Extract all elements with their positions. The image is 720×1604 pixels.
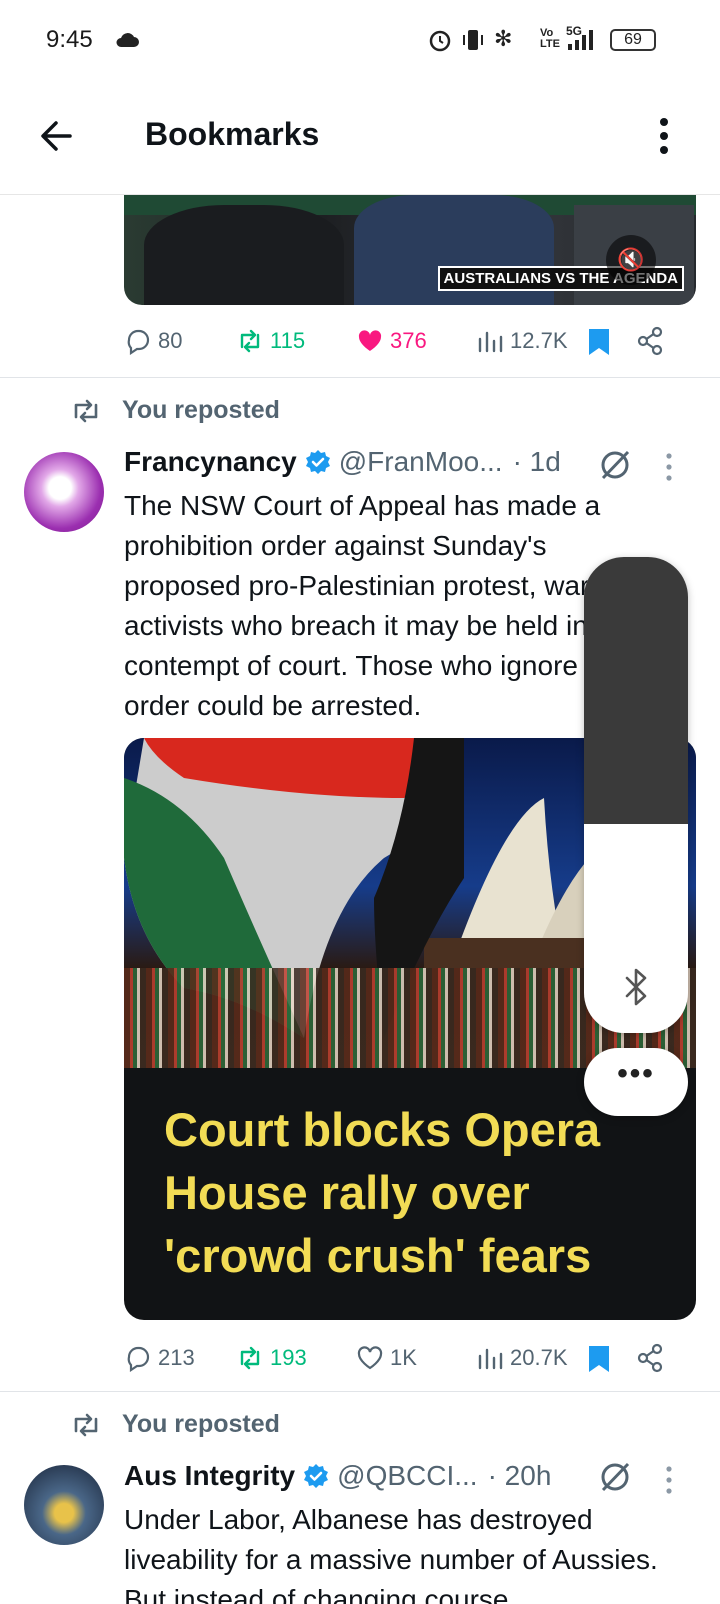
tweet-divider	[0, 377, 720, 378]
tweet-header: Aus Integrity @QBCCI... · 20h	[124, 1460, 551, 1492]
view-count: 20.7K	[510, 1345, 568, 1370]
views-icon	[478, 1348, 503, 1370]
views-button[interactable]: 20.7K	[476, 1344, 568, 1372]
repost-count: 193	[270, 1345, 307, 1370]
tweet-text: Under Labor, Albanese has destroyed live…	[124, 1504, 658, 1604]
repost-label: You reposted	[122, 396, 280, 424]
reply-icon	[127, 1346, 150, 1372]
avatar[interactable]	[24, 1465, 104, 1545]
author-name[interactable]: Francynancy	[124, 446, 297, 478]
tweet-time: · 1d	[512, 446, 561, 477]
author-handle[interactable]: @QBCCI...	[337, 1460, 477, 1492]
views-button[interactable]: 12.7K	[476, 327, 568, 355]
volte-icon: Vo LTE	[540, 27, 560, 50]
tweet-time: · 20h	[487, 1460, 552, 1491]
reply-icon	[127, 329, 150, 355]
share-icon[interactable]	[636, 326, 664, 356]
repost-button[interactable]: 115	[236, 327, 305, 355]
like-count: 376	[390, 328, 427, 353]
signal-icon	[568, 30, 593, 50]
reply-count: 80	[158, 328, 183, 353]
more-vertical-icon[interactable]	[650, 116, 678, 156]
tweet-actions: 213 193 1K 20.7K	[124, 1338, 684, 1378]
grok-icon[interactable]	[598, 1460, 632, 1494]
volume-slider[interactable]	[584, 557, 688, 1033]
video-thumbnail[interactable]: AUSTRALIANS VS THE AGENDA 🔇	[124, 195, 696, 305]
repost-icon	[240, 329, 260, 353]
volume-more-button[interactable]: •••	[584, 1048, 688, 1116]
repost-icon	[240, 1346, 260, 1370]
repost-indicator: You reposted	[70, 1410, 280, 1439]
tweet-more-icon[interactable]	[662, 1465, 676, 1495]
views-icon	[478, 331, 503, 353]
bluetooth-status-icon: ✻	[494, 26, 513, 51]
verified-icon	[304, 1464, 329, 1488]
reply-button[interactable]: 80	[124, 327, 182, 355]
verified-icon	[305, 450, 330, 474]
like-count: 1K	[390, 1345, 417, 1370]
repost-button[interactable]: 193	[236, 1344, 307, 1372]
reply-button[interactable]: 213	[124, 1344, 195, 1372]
grok-icon[interactable]	[598, 448, 632, 482]
share-icon[interactable]	[636, 1343, 664, 1373]
bluetooth-icon[interactable]	[621, 967, 651, 1007]
card-headline: Court blocks Opera House rally over 'cro…	[164, 1103, 601, 1282]
back-arrow-icon[interactable]	[36, 116, 76, 156]
repost-count: 115	[270, 328, 306, 353]
top-app-bar: Bookmarks	[0, 80, 720, 195]
tweet-more-icon[interactable]	[662, 452, 676, 482]
vibrate-icon	[463, 30, 483, 50]
battery-indicator: 69	[610, 29, 656, 51]
bookmark-icon[interactable]	[586, 1344, 612, 1374]
repost-indicator: You reposted	[70, 396, 280, 425]
status-time: 9:45	[46, 26, 93, 53]
repost-small-icon	[74, 399, 98, 422]
page-title: Bookmarks	[145, 116, 320, 152]
reply-count: 213	[158, 1345, 195, 1370]
repost-label: You reposted	[122, 1410, 280, 1438]
like-button[interactable]: 376	[356, 327, 427, 355]
author-handle[interactable]: @FranMoo...	[339, 446, 503, 478]
tweet-text: The NSW Court of Appeal has made a prohi…	[124, 490, 643, 721]
status-bar: 9:45 ✻ Vo LTE 5G 69	[0, 0, 720, 80]
like-icon	[357, 1346, 383, 1370]
tweet-divider	[0, 1391, 720, 1392]
like-button[interactable]: 1K	[356, 1344, 417, 1372]
like-icon	[358, 330, 382, 351]
tweet-header: Francynancy @FranMoo... · 1d	[124, 446, 561, 478]
repost-small-icon	[74, 1413, 98, 1436]
avatar[interactable]	[24, 452, 104, 532]
bookmark-icon[interactable]	[586, 327, 612, 357]
alarm-icon	[429, 30, 451, 52]
mute-icon[interactable]: 🔇	[606, 235, 656, 285]
cloud-icon	[116, 33, 139, 47]
view-count: 12.7K	[510, 328, 568, 353]
tweet-actions: 80 115 376 12.7K	[124, 321, 684, 361]
author-name[interactable]: Aus Integrity	[124, 1460, 295, 1492]
volume-slider-fill	[584, 557, 688, 824]
